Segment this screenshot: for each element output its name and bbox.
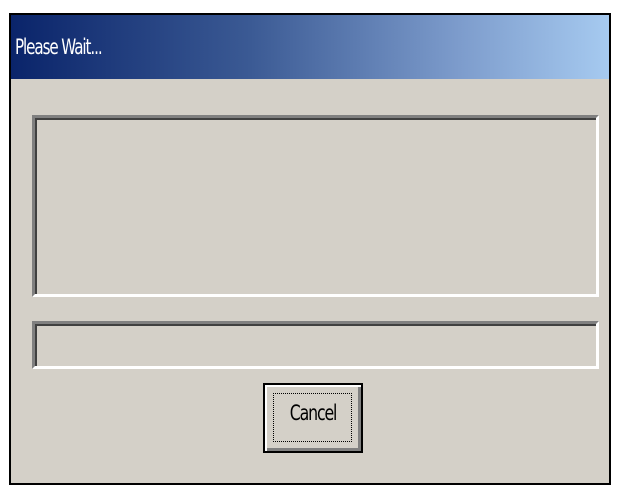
message-area [32, 115, 599, 297]
please-wait-dialog: Please Wait... Cancel [9, 13, 611, 485]
cancel-button-label: Cancel [289, 401, 338, 425]
progress-bar [32, 321, 599, 369]
cancel-button[interactable]: Cancel [263, 383, 363, 453]
title-bar[interactable]: Please Wait... [11, 15, 609, 79]
window-title: Please Wait... [15, 35, 103, 59]
